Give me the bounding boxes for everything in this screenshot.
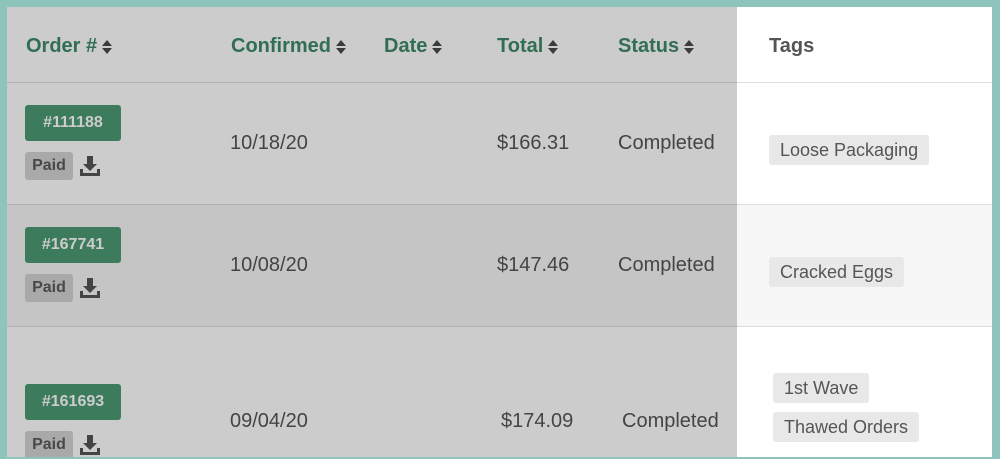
confirmed-date: 10/18/20 (230, 132, 308, 154)
row-divider (7, 204, 992, 205)
row-divider (7, 82, 992, 83)
column-header-order[interactable]: Order # (26, 35, 113, 58)
order-number-link[interactable]: #111188 (25, 105, 121, 141)
confirmed-date: 09/04/20 (230, 410, 308, 432)
order-tag[interactable]: Cracked Eggs (769, 257, 905, 287)
download-icon[interactable] (79, 155, 101, 177)
order-total: $166.31 (497, 132, 570, 154)
column-header-label: Tags (769, 35, 815, 57)
column-header-status[interactable]: Status (618, 35, 695, 58)
column-header-confirmed[interactable]: Confirmed (231, 35, 346, 58)
order-total: $174.09 (501, 410, 574, 432)
sort-icon (684, 39, 695, 54)
column-header-tags: Tags (769, 35, 814, 58)
column-header-label: Status (618, 35, 680, 57)
sort-icon (336, 39, 346, 54)
column-header-label: Order # (26, 35, 98, 57)
sort-icon (548, 39, 559, 54)
order-status: Completed (618, 254, 715, 276)
column-header-label: Date (384, 35, 428, 57)
order-number-link[interactable]: #167741 (25, 227, 121, 263)
sort-icon (102, 39, 113, 54)
sort-icon (432, 39, 443, 54)
row-divider (7, 326, 992, 327)
payment-status-badge: Paid (25, 152, 73, 180)
confirmed-date: 10/08/20 (230, 254, 308, 276)
payment-status-badge: Paid (25, 274, 73, 302)
order-status: Completed (622, 410, 719, 432)
order-number-link[interactable]: #161693 (25, 384, 121, 420)
column-header-label: Total (497, 35, 544, 57)
download-icon[interactable] (79, 277, 101, 299)
order-tag[interactable]: Thawed Orders (773, 412, 920, 442)
column-header-date[interactable]: Date (384, 35, 443, 58)
orders-table: Order # Confirmed Date Total Status Tags… (7, 7, 992, 457)
download-icon[interactable] (79, 434, 101, 456)
column-header-total[interactable]: Total (497, 35, 559, 58)
order-tag[interactable]: Loose Packaging (769, 135, 930, 165)
order-tag[interactable]: 1st Wave (773, 373, 870, 403)
column-header-label: Confirmed (231, 35, 331, 57)
order-status: Completed (618, 132, 715, 154)
order-total: $147.46 (497, 254, 570, 276)
payment-status-badge: Paid (25, 431, 73, 457)
